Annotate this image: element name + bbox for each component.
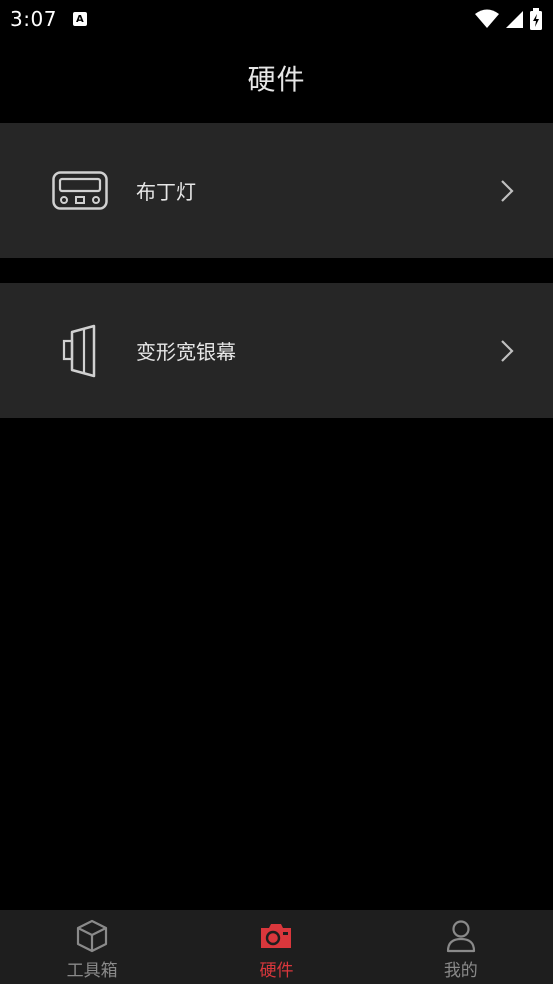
- tab-toolbox[interactable]: 工具箱: [0, 910, 184, 984]
- device-label: 变形宽银幕: [136, 340, 236, 364]
- tab-hardware[interactable]: 硬件: [184, 910, 368, 984]
- chevron-right-icon: [497, 177, 517, 205]
- chevron-right-icon: [497, 337, 517, 365]
- battery-charging-icon: [530, 8, 542, 30]
- pudding-lamp-icon: [52, 163, 108, 219]
- page-title: 硬件: [247, 63, 306, 96]
- camera-icon: [258, 918, 294, 954]
- status-bar: 3:07 A: [0, 0, 553, 38]
- bottom-tab-bar: 工具箱 硬件 我的: [0, 910, 553, 984]
- tab-label: 硬件: [259, 961, 294, 981]
- hardware-screen: 3:07 A 硬件 布丁灯 变形宽银幕 工具箱 硬件 我的: [0, 0, 553, 984]
- cube-icon: [74, 918, 110, 954]
- tab-label: 我的: [443, 961, 478, 981]
- device-label: 布丁灯: [136, 180, 196, 204]
- signal-icon: [506, 11, 523, 28]
- device-row-anamorphic-lens[interactable]: 变形宽银幕: [0, 283, 553, 418]
- wifi-icon: [475, 9, 499, 28]
- person-icon: [443, 918, 479, 954]
- tab-mine[interactable]: 我的: [369, 910, 553, 984]
- status-time: 3:07: [10, 7, 57, 31]
- app-notification-icon: A: [72, 12, 87, 26]
- status-icons: [475, 8, 543, 30]
- device-row-pudding-lamp[interactable]: 布丁灯: [0, 123, 553, 258]
- tab-label: 工具箱: [66, 961, 118, 981]
- anamorphic-lens-icon: [52, 323, 108, 379]
